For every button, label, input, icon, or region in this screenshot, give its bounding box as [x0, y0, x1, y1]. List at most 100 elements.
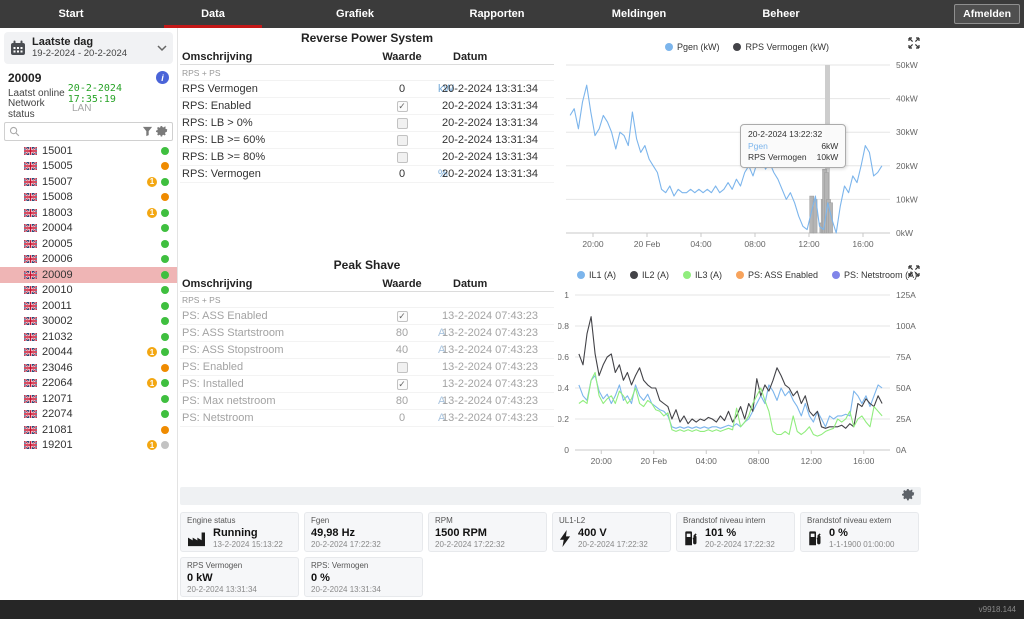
device-row-20044[interactable]: 200441 — [0, 345, 177, 361]
nav-tab-data[interactable]: Data — [142, 0, 284, 28]
device-row-23046[interactable]: 23046 — [0, 360, 177, 376]
y-axis-label: 0.6 — [558, 352, 569, 362]
flag-icon — [24, 302, 42, 310]
legend-item[interactable]: IL2 (A) — [630, 270, 669, 280]
status-tile-rps-vermogen: RPS Vermogen0 kW20-2-2024 13:31:34 — [180, 557, 299, 597]
tile-label: RPS Vermogen — [187, 561, 292, 571]
chart-currents-plot: 0A025A0.250A0.475A0.6100A0.8125A120:0020… — [558, 256, 936, 484]
device-row-22074[interactable]: 22074 — [0, 407, 177, 423]
logout-button[interactable]: Afmelden — [954, 4, 1020, 24]
device-row-15005[interactable]: 15005 — [0, 159, 177, 175]
status-dot-green — [161, 302, 169, 310]
filter-icon[interactable] — [142, 126, 153, 137]
device-row-22064[interactable]: 220641 — [0, 376, 177, 392]
device-label: 20006 — [42, 253, 161, 265]
device-row-20005[interactable]: 20005 — [0, 236, 177, 252]
flag-icon — [24, 286, 42, 294]
gear-icon[interactable] — [156, 126, 168, 138]
footer-bar: v9918.144 — [0, 600, 1024, 619]
chevron-down-icon[interactable] — [157, 45, 167, 52]
tooltip-row: Pgen 6kW — [748, 141, 838, 152]
device-row-20009[interactable]: 20009 — [0, 267, 177, 283]
row-checkbox[interactable]: ✓ — [397, 311, 408, 322]
row-label: PS: Enabled — [182, 361, 243, 373]
table-row: RPS Vermogen0kW20-2-2024 13:31:34 — [180, 81, 554, 98]
device-label: 20005 — [42, 238, 161, 250]
tile-label: Engine status — [187, 516, 292, 526]
device-row-18003[interactable]: 180031 — [0, 205, 177, 221]
version-label: v9918.144 — [979, 605, 1016, 614]
row-checkbox[interactable] — [397, 362, 408, 373]
settings-gear-icon[interactable] — [902, 489, 915, 502]
tooltip-timestamp: 20-2-2024 13:22:32 — [748, 129, 838, 139]
chart-power-legend: Pgen (kW) RPS Vermogen (kW) — [558, 42, 936, 52]
x-axis-label: 20 Feb — [634, 239, 661, 249]
row-value — [372, 361, 432, 373]
nav-tab-beheer[interactable]: Beheer — [710, 0, 852, 28]
legend-item[interactable]: Pgen (kW) — [665, 42, 720, 52]
nav-tab-grafiek[interactable]: Grafiek — [284, 0, 426, 28]
legend-marker — [577, 271, 585, 279]
chart-power: Pgen (kW)RPS Vermogen (kW) 0kW10kW20kW30… — [558, 28, 936, 256]
legend-item[interactable]: RPS Vermogen (kW) — [733, 42, 829, 52]
device-label: 21032 — [42, 331, 161, 343]
table-reverse-power-system: Reverse Power SystemOmschrijvingWaardeDa… — [180, 28, 554, 183]
device-list: 15001150051500711500818003120004 20005 200… — [0, 143, 177, 453]
x-axis-label: 20:00 — [582, 239, 604, 249]
period-selector[interactable]: Laatste dag 19-2-2024 - 20-2-2024 — [4, 32, 173, 64]
legend-item[interactable]: PS: ASS Enabled — [736, 270, 818, 280]
device-row-20004[interactable]: 20004 — [0, 221, 177, 237]
row-label: PS: Installed — [182, 378, 244, 390]
legend-marker — [733, 43, 741, 51]
legend-label: RPS Vermogen (kW) — [745, 42, 829, 52]
y-axis-label: 100A — [896, 321, 916, 331]
row-checkbox[interactable]: ✓ — [397, 101, 408, 112]
legend-item[interactable]: IL1 (A) — [577, 270, 616, 280]
device-row-15008[interactable]: 15008 — [0, 190, 177, 206]
flag-icon — [24, 364, 42, 372]
flag-icon — [24, 147, 42, 155]
search-input[interactable] — [23, 125, 139, 138]
x-axis-label: 20:00 — [591, 456, 613, 466]
y-axis-label: 0 — [564, 445, 569, 455]
row-checkbox[interactable]: ✓ — [397, 379, 408, 390]
row-date: 20-2-2024 13:31:34 — [442, 134, 538, 146]
status-dot-green — [161, 224, 169, 232]
y-axis-label: 0kW — [896, 228, 913, 238]
tile-readout: Running13-2-2024 15:13:22 — [213, 527, 283, 551]
tile-label: UL1-L2 — [559, 516, 664, 526]
nav-tab-meldingen[interactable]: Meldingen — [568, 0, 710, 28]
device-row-30002[interactable]: 30002 — [0, 314, 177, 330]
device-row-19201[interactable]: 192011 — [0, 438, 177, 454]
flag-icon — [24, 410, 42, 418]
device-row-20006[interactable]: 20006 — [0, 252, 177, 268]
expand-icon[interactable] — [908, 36, 920, 54]
row-checkbox[interactable] — [397, 152, 408, 163]
tile-body: 1500 RPM20-2-2024 17:22:32 — [435, 527, 540, 551]
row-checkbox[interactable] — [397, 135, 408, 146]
nav-tab-rapporten[interactable]: Rapporten — [426, 0, 568, 28]
device-row-21081[interactable]: 21081 — [0, 422, 177, 438]
device-row-15007[interactable]: 150071 — [0, 174, 177, 190]
row-label: RPS: LB > 0% — [182, 117, 253, 129]
device-row-21032[interactable]: 21032 — [0, 329, 177, 345]
tile-label: RPS: Vermogen — [311, 561, 416, 571]
tile-value: 400 V — [578, 527, 648, 541]
legend-label: IL3 (A) — [695, 270, 722, 280]
row-checkbox[interactable] — [397, 118, 408, 129]
flag-icon — [24, 178, 42, 186]
nav-tab-start[interactable]: Start — [0, 0, 142, 28]
device-row-12071[interactable]: 12071 — [0, 391, 177, 407]
y-axis-label: 50A — [896, 383, 911, 393]
device-row-20010[interactable]: 20010 — [0, 283, 177, 299]
legend-item[interactable]: PS: Netstroom (A) — [832, 270, 917, 280]
device-label: 20004 — [42, 222, 161, 234]
expand-icon[interactable] — [908, 264, 920, 282]
tile-label: Fgen — [311, 516, 416, 526]
y-axis-label: 10kW — [896, 194, 918, 204]
tile-readout: 0 %1-1-1900 01:00:00 — [829, 527, 894, 551]
device-row-20011[interactable]: 20011 — [0, 298, 177, 314]
legend-item[interactable]: IL3 (A) — [683, 270, 722, 280]
row-value: 80 — [372, 327, 432, 339]
device-row-15001[interactable]: 15001 — [0, 143, 177, 159]
